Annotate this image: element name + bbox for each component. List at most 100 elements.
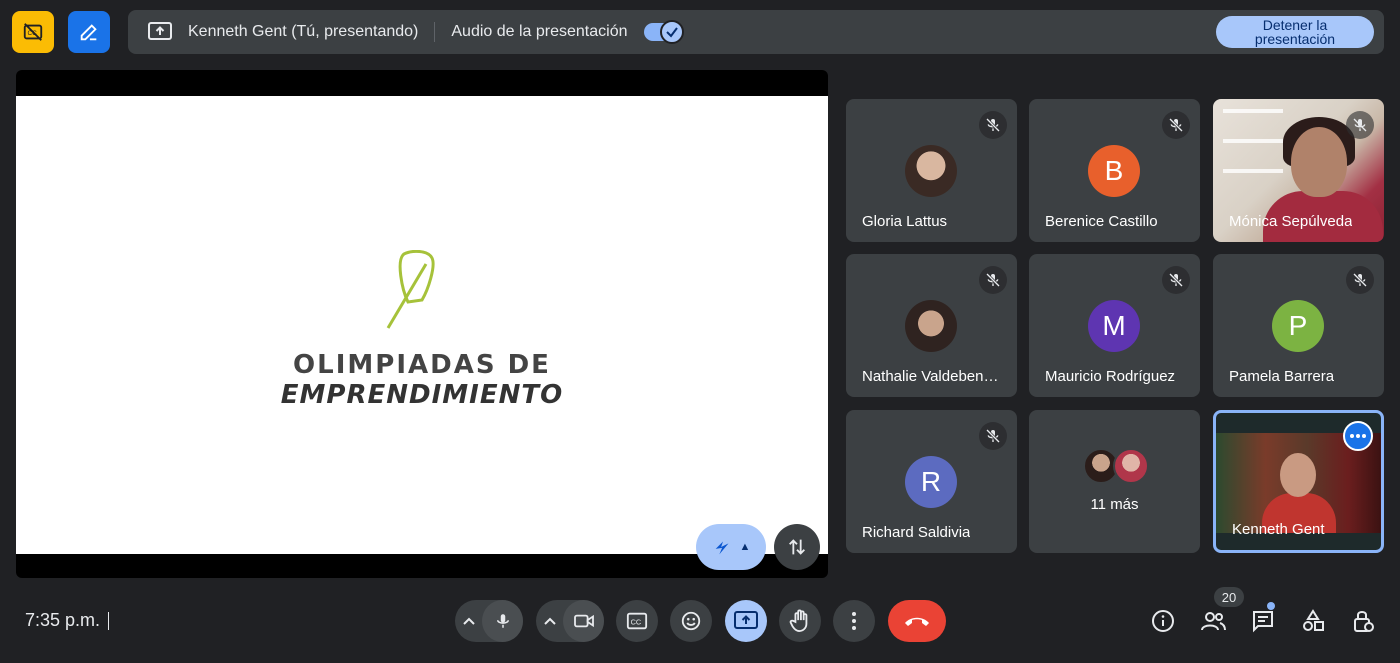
swap-vertical-icon bbox=[789, 539, 805, 555]
call-end-icon bbox=[905, 617, 929, 626]
mic-off-icon bbox=[979, 266, 1007, 294]
participant-tile[interactable]: Gloria Lattus bbox=[846, 99, 1017, 242]
info-icon bbox=[1152, 610, 1174, 632]
meeting-details-button[interactable] bbox=[1148, 606, 1178, 636]
chat-icon bbox=[1253, 611, 1273, 633]
emoji-icon bbox=[681, 611, 701, 631]
participant-name: Nathalie Valdeben… bbox=[862, 368, 999, 385]
presentation-slide: OLIMPIADAS DE EMPRENDIMIENTO bbox=[16, 96, 828, 554]
activities-button[interactable] bbox=[1298, 606, 1328, 636]
emoji-button[interactable] bbox=[670, 600, 712, 642]
background-shelf bbox=[1223, 169, 1283, 173]
video-person-face bbox=[1280, 453, 1316, 497]
avatar bbox=[1113, 448, 1149, 484]
more-horiz-icon bbox=[1350, 434, 1366, 438]
more-participants-tile[interactable]: 11 más bbox=[1029, 410, 1200, 553]
divider bbox=[434, 22, 436, 42]
mic-off-icon bbox=[979, 422, 1007, 450]
captions-icon: CC bbox=[626, 612, 648, 630]
self-video-tile[interactable]: Kenneth Gent bbox=[1213, 410, 1384, 553]
stop-presenting-button[interactable]: Detener la presentación bbox=[1216, 16, 1374, 48]
raise-hand-button[interactable] bbox=[779, 600, 821, 642]
avatar bbox=[905, 145, 957, 197]
background-shelf bbox=[1223, 109, 1283, 113]
divider bbox=[108, 612, 109, 630]
activities-icon bbox=[1303, 609, 1324, 631]
participant-name: Pamela Barrera bbox=[1229, 368, 1335, 385]
presentation-stage: OLIMPIADAS DE EMPRENDIMIENTO ▲ bbox=[16, 70, 828, 578]
more-vert-icon bbox=[852, 612, 856, 630]
mic-control bbox=[455, 600, 523, 642]
host-controls-button[interactable] bbox=[1348, 606, 1378, 636]
host-controls-icon bbox=[1354, 611, 1374, 632]
svg-text:CC: CC bbox=[28, 30, 38, 37]
leave-call-button[interactable] bbox=[888, 600, 946, 642]
more-options-button[interactable] bbox=[833, 600, 875, 642]
mic-off-icon bbox=[1162, 111, 1190, 139]
chevron-up-icon bbox=[462, 617, 475, 625]
avatar: P bbox=[1272, 300, 1324, 352]
participant-name: Kenneth Gent bbox=[1232, 521, 1325, 538]
sparkle-icon bbox=[715, 541, 729, 555]
reactions-button[interactable]: ▲ bbox=[696, 524, 766, 570]
mic-off-icon bbox=[979, 111, 1007, 139]
participant-name: Gloria Lattus bbox=[862, 213, 948, 230]
mini-avatar-group bbox=[1083, 448, 1149, 484]
participant-tile[interactable]: M Mauricio Rodríguez bbox=[1029, 254, 1200, 397]
participant-tile[interactable]: P Pamela Barrera bbox=[1213, 254, 1384, 397]
avatar bbox=[905, 300, 957, 352]
mic-off-icon bbox=[1346, 266, 1374, 294]
avatar: M bbox=[1088, 300, 1140, 352]
participant-video-tile[interactable]: Mónica Sepúlveda bbox=[1213, 99, 1384, 242]
chat-notification-dot bbox=[1267, 602, 1275, 610]
participant-name: Mauricio Rodríguez bbox=[1045, 368, 1176, 385]
check-icon bbox=[659, 20, 684, 44]
avatar: B bbox=[1088, 145, 1140, 197]
present-now-icon bbox=[734, 611, 758, 629]
more-participants-label: 11 más bbox=[1090, 496, 1139, 513]
participant-name: Berenice Castillo bbox=[1045, 213, 1158, 230]
meeting-clock: 7:35 p.m. bbox=[25, 610, 101, 630]
slide-title-line2: EMPRENDIMIENTO bbox=[280, 380, 564, 410]
swap-layout-button[interactable] bbox=[774, 524, 820, 570]
annotate-button[interactable] bbox=[68, 11, 110, 53]
mic-icon bbox=[496, 614, 509, 628]
presenter-label: Kenneth Gent (Tú, presentando) bbox=[188, 23, 419, 40]
captions-button[interactable]: CC bbox=[616, 600, 658, 642]
video-person-face bbox=[1291, 127, 1347, 197]
participant-name: Richard Saldivia bbox=[862, 524, 971, 541]
participant-tile[interactable]: B Berenice Castillo bbox=[1029, 99, 1200, 242]
tile-options-button[interactable] bbox=[1343, 421, 1373, 451]
participant-tile[interactable]: Nathalie Valdeben… bbox=[846, 254, 1017, 397]
chevron-up-icon bbox=[543, 617, 556, 625]
avatar: R bbox=[905, 456, 957, 508]
presentation-audio-label: Audio de la presentación bbox=[451, 23, 628, 40]
camera-icon bbox=[573, 614, 594, 628]
presentation-bar: Kenneth Gent (Tú, presentando) Audio de … bbox=[128, 10, 1384, 54]
people-button[interactable] bbox=[1198, 606, 1228, 636]
mic-off-icon bbox=[1346, 111, 1374, 139]
captions-off-button[interactable]: CC bbox=[12, 11, 54, 53]
svg-text:CC: CC bbox=[631, 618, 642, 627]
closed-caption-off-icon: CC bbox=[23, 23, 43, 41]
audio-options-button[interactable] bbox=[455, 617, 482, 625]
chevron-up-icon: ▲ bbox=[739, 541, 751, 553]
pen-edit-icon bbox=[80, 24, 97, 41]
present-screen-icon bbox=[146, 18, 174, 46]
raise-hand-icon bbox=[789, 609, 808, 633]
mic-button[interactable] bbox=[482, 600, 523, 642]
mic-off-icon bbox=[1162, 266, 1190, 294]
olimpiadas-logo bbox=[386, 250, 435, 329]
chat-button[interactable] bbox=[1248, 606, 1278, 636]
participant-name: Mónica Sepúlveda bbox=[1229, 213, 1353, 230]
slide-title-line1: OLIMPIADAS DE bbox=[293, 350, 551, 380]
participant-tile[interactable]: R Richard Saldivia bbox=[846, 410, 1017, 553]
video-options-button[interactable] bbox=[536, 617, 563, 625]
background-shelf bbox=[1223, 139, 1283, 143]
camera-control bbox=[536, 600, 604, 642]
present-now-button[interactable] bbox=[725, 600, 767, 642]
participant-count-badge: 20 bbox=[1214, 587, 1244, 607]
camera-button[interactable] bbox=[563, 600, 604, 642]
people-icon bbox=[1201, 612, 1226, 631]
presentation-audio-toggle[interactable] bbox=[643, 20, 684, 44]
